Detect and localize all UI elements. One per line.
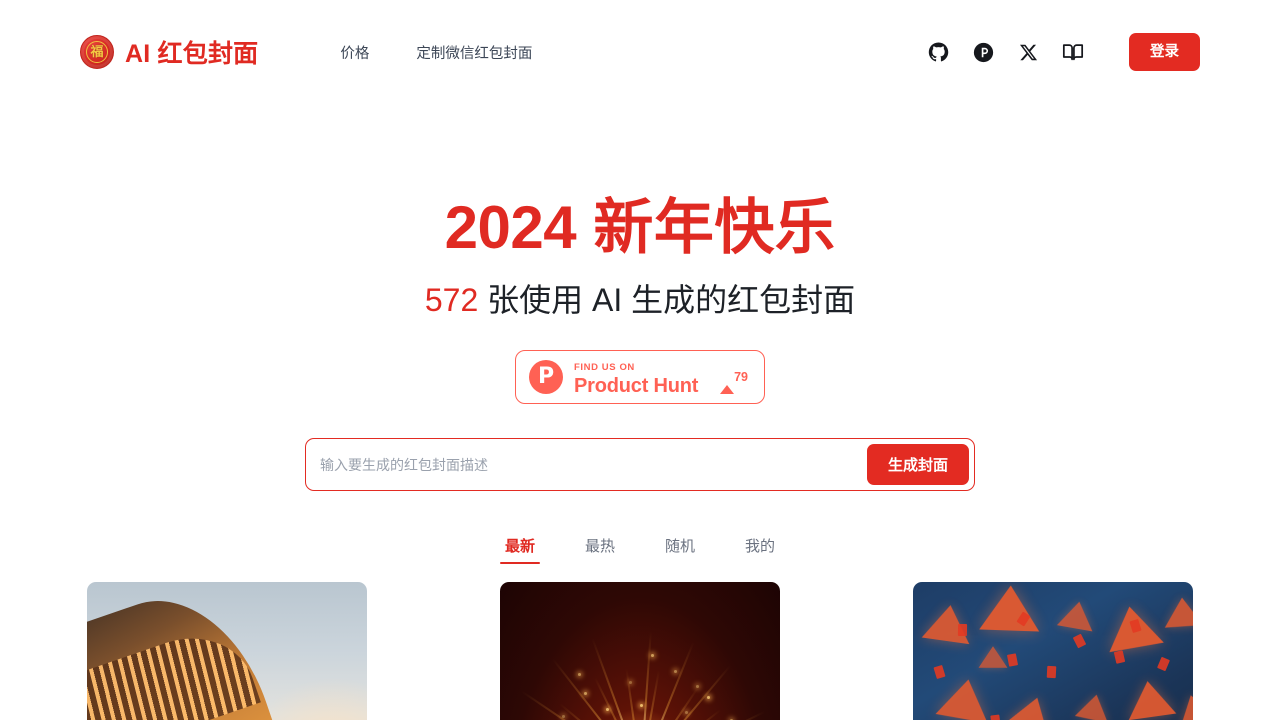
product-hunt-icon[interactable] [972,41,994,63]
prompt-input[interactable] [306,439,867,491]
cover-card-fireworks[interactable] [500,582,780,720]
gallery-tabs: 最新 最热 随机 我的 [0,533,1280,574]
tab-latest[interactable]: 最新 [499,533,541,574]
product-hunt-tagline: FIND US ON [574,361,635,373]
hero-title-year: 2024 [444,194,577,261]
prompt-bar: 生成封面 [305,438,975,492]
cover-count: 572 [424,282,479,319]
cover-card-temple-roof[interactable] [87,582,367,720]
upvote-triangle-icon [720,368,735,395]
site-header: 福 AI 红包封面 价格 定制微信红包封面 登录 [0,0,1280,104]
tab-random[interactable]: 随机 [659,533,701,574]
tab-hottest[interactable]: 最热 [579,533,621,574]
login-button[interactable]: 登录 [1129,32,1200,72]
cover-gallery: 倾城之链 [0,582,1280,720]
nav-item-pricing[interactable]: 价格 [340,42,369,63]
fu-character: 福 [86,41,108,63]
hero-title-text: 新年快乐 [593,194,836,261]
book-docs-icon[interactable] [1062,41,1084,63]
cover-card-red-pyramids[interactable]: 倾城之链 [913,582,1193,720]
product-hunt-logo-icon: P [529,360,563,395]
product-hunt-upvote[interactable]: 79 [720,368,751,395]
brand-logo[interactable]: 福 AI 红包封面 [80,34,258,70]
header-actions: 登录 [927,32,1200,72]
prompt-bar-wrap: 生成封面 [0,438,1280,492]
cover-art-temple-roof [87,582,367,720]
page-title: 2024 新年快乐 [0,194,1280,261]
product-hunt-name: Product Hunt [574,374,699,397]
product-hunt-badge-wrap: P FIND US ON Product Hunt 79 [0,350,1280,405]
upvote-count: 79 [734,370,748,385]
x-twitter-icon[interactable] [1017,41,1039,63]
nav-item-custom-cover[interactable]: 定制微信红包封面 [416,42,532,63]
product-hunt-text: FIND US ON Product Hunt [574,357,709,398]
product-hunt-badge[interactable]: P FIND US ON Product Hunt 79 [515,350,765,405]
cover-art-red-pyramids [913,582,1193,720]
cover-art-fireworks [500,582,780,720]
fu-seal-icon: 福 [80,35,114,69]
hero-section: 2024 新年快乐 572 张使用 AI 生成的红包封面 P FIND US O… [0,194,1280,574]
hero-subtitle-text: 张使用 AI 生成的红包封面 [487,282,856,319]
hero-subtitle: 572 张使用 AI 生成的红包封面 [0,280,1280,320]
brand-name: AI 红包封面 [125,40,259,68]
github-icon[interactable] [927,41,949,63]
generate-cover-button[interactable]: 生成封面 [866,444,969,486]
main-nav: 价格 定制微信红包封面 [340,42,532,63]
tab-mine[interactable]: 我的 [739,533,781,574]
